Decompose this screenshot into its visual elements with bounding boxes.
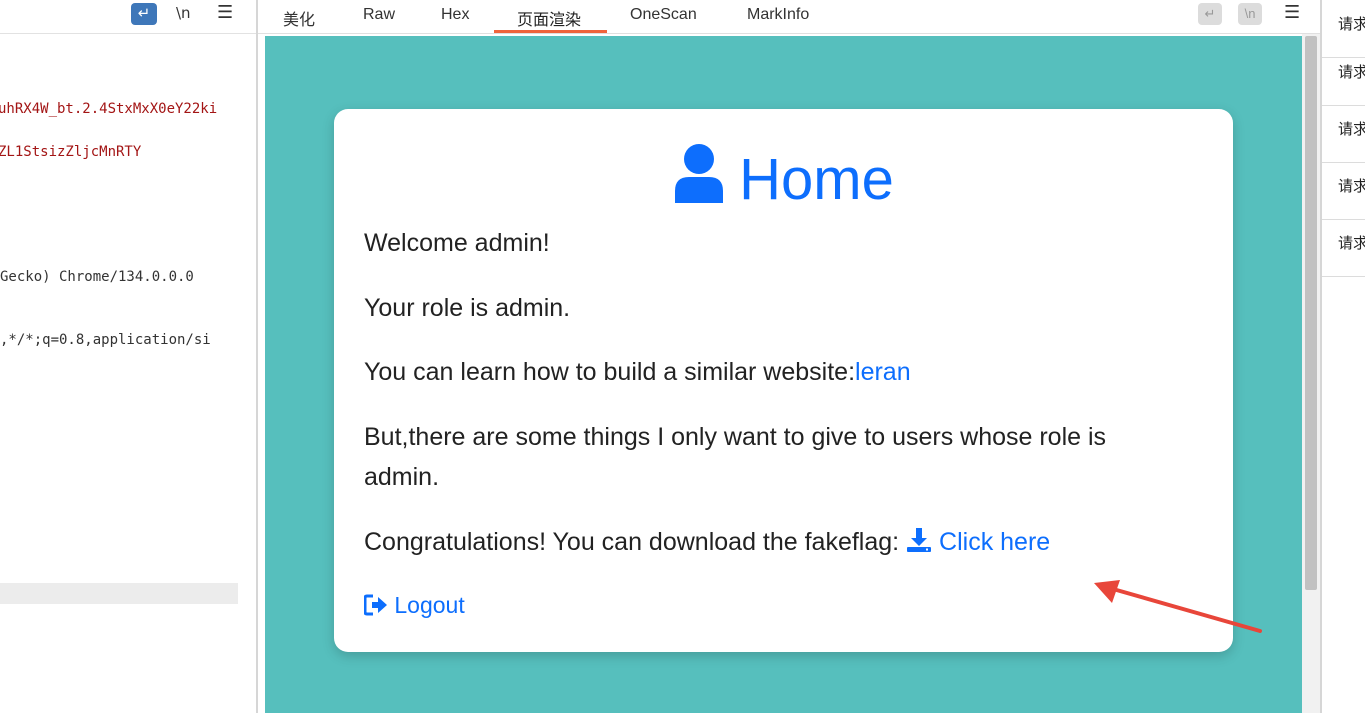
history-item-label: 请求 [1338, 178, 1365, 195]
history-item-label: 请求 [1338, 121, 1365, 138]
admin-text-line1: But,there are some things I only want to… [364, 423, 1107, 451]
request-line[interactable]: ZL1StsizZljcMnRTY [0, 144, 141, 160]
role-text: Your role is admin. [364, 288, 570, 328]
request-toolbar: ↵ \n ☰ [0, 0, 256, 34]
learn-text: You can learn how to build a similar web… [364, 352, 911, 392]
download-link[interactable]: Click here [906, 528, 1050, 556]
home-card: Home Welcome admin! Your role is admin. … [334, 109, 1233, 652]
tab-pretty[interactable]: 美化 [283, 6, 315, 30]
history-item[interactable]: 请求 [1322, 105, 1365, 163]
history-item-label: 请求 [1338, 235, 1365, 252]
page-title-text: Home [739, 147, 894, 212]
active-tab-indicator [494, 30, 607, 33]
show-newlines-button[interactable]: \n [1238, 3, 1262, 25]
page-title: Home [334, 143, 1233, 213]
logout-link[interactable]: Logout [363, 585, 465, 625]
history-item-label: 请求 [1338, 16, 1365, 33]
welcome-text: Welcome admin! [364, 229, 550, 257]
congrats-prefix: Congratulations! You can download the fa… [364, 528, 907, 556]
history-item[interactable]: 请求 [1322, 162, 1365, 220]
vertical-scrollbar[interactable] [1302, 34, 1320, 713]
wrap-lines-icon[interactable]: ↵ [1198, 3, 1222, 25]
learn-link[interactable]: leran [855, 358, 911, 386]
history-item-label: 请求 [1338, 64, 1365, 81]
menu-icon[interactable]: ☰ [217, 2, 233, 23]
congrats-text: Congratulations! You can download the fa… [364, 522, 1050, 562]
annotation-arrow [1094, 580, 1262, 633]
request-line[interactable]: Gecko) Chrome/134.0.0.0 [0, 269, 194, 285]
tab-hex[interactable]: Hex [441, 6, 469, 24]
tab-markinfo[interactable]: MarkInfo [747, 6, 809, 24]
download-icon [907, 528, 932, 552]
admin-text-line2: admin. [364, 463, 440, 491]
tab-onescan[interactable]: OneScan [630, 6, 697, 24]
role-text-content: Your role is admin. [364, 294, 571, 322]
history-item[interactable]: 请求 [1322, 48, 1365, 106]
logout-text[interactable]: Logout [394, 592, 464, 618]
scrollbar-thumb[interactable] [1305, 36, 1317, 590]
tab-render[interactable]: 页面渲染 [517, 6, 581, 30]
user-icon [675, 144, 724, 203]
current-line-highlight [0, 583, 238, 604]
request-line[interactable]: ,*/*;q=0.8,application/si [0, 332, 211, 348]
download-link-text[interactable]: Click here [939, 528, 1050, 556]
learn-prefix: You can learn how to build a similar web… [364, 358, 856, 386]
show-newlines-button[interactable]: \n [176, 4, 191, 22]
wrap-lines-icon[interactable]: ↵ [131, 3, 157, 25]
response-tabbar: 美化 Raw Hex 页面渲染 OneScan MarkInfo ↵ \n ☰ [258, 0, 1320, 34]
request-line[interactable]: uhRX4W_bt.2.4StxMxX0eY22ki [0, 101, 217, 117]
request-pane: ↵ \n ☰ uhRX4W_bt.2.4StxMxX0eY22ki ZL1Sts… [0, 0, 256, 713]
menu-icon[interactable]: ☰ [1284, 2, 1300, 23]
logout-icon [363, 594, 387, 616]
history-pane: 请求 请求 请求 请求 请求 [1322, 0, 1365, 713]
history-item[interactable]: 请求 [1322, 219, 1365, 277]
tab-raw[interactable]: Raw [363, 6, 395, 24]
